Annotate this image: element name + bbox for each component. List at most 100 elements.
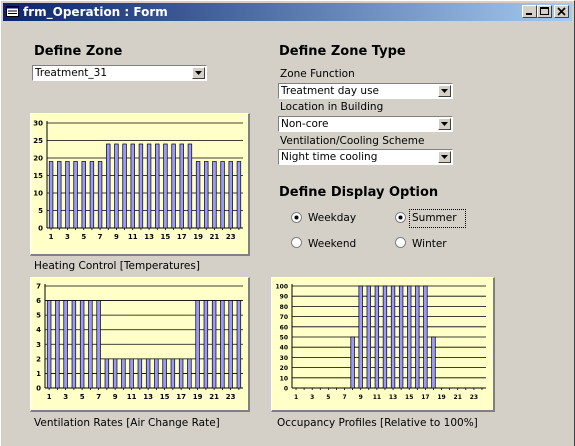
winter-radio[interactable] [395,237,406,248]
bar [374,285,380,389]
heating-chart: 0 5 10 15 20 25 30 1 3 5 7 9 11 13 15 17 19 21 23 [30,113,250,256]
title-bar[interactable]: frm_Operation : Form [3,3,572,21]
bar [162,358,167,389]
ventilation-value: Night time cooling [281,151,378,163]
bar [163,143,168,229]
zone-dropdown-button[interactable] [192,67,205,79]
zone-select[interactable]: Treatment_31 [32,65,207,81]
y-tick-label: 10 [33,190,43,198]
x-tick-label: 9 [114,233,119,241]
zone-function-dropdown-button[interactable] [438,85,451,97]
occupancy-chart-plot: 01020304050607080901001 3 5 7 9 11 13 15 17 19 21 2… [275,284,486,401]
bar [228,161,233,229]
summer-radio[interactable] [395,212,406,223]
heating-chart-caption: Heating Control [Temperatures] [34,260,200,272]
minimize-button[interactable] [522,5,537,18]
bar [129,358,134,389]
bar [104,358,110,389]
y-tick-label: 3 [36,341,41,349]
chevron-down-icon [441,89,448,93]
define-zone-heading: Define Zone [34,44,123,59]
x-tick-label: 13 [389,394,397,401]
x-tick-label: 21 [210,233,220,241]
y-tick-label: 0 [284,386,288,393]
x-tick-label: 1 [294,394,298,401]
y-tick-label: 90 [280,294,288,301]
bar [97,161,103,229]
x-tick-label: 17 [421,394,429,401]
x-tick-label: 15 [405,394,413,401]
weekend-radio[interactable] [291,237,302,248]
y-tick-label: 100 [275,284,288,291]
ventilation-dropdown-button[interactable] [438,151,451,163]
zone-select-value: Treatment_31 [35,67,108,79]
y-tick-label: 4 [36,326,41,334]
x-tick-label: 3 [65,233,70,241]
bar [46,300,52,389]
x-tick-label: 19 [193,233,203,241]
occupancy-chart: 0 10 20 30 40 50 60 70 80 90 100 1 3 5 7 9 11 13 15 17 19 21 2… [271,277,495,412]
location-value: Non-core [281,118,329,130]
y-tick-label: 6 [36,297,41,305]
summer-label[interactable]: Summer [412,212,457,225]
x-tick-label: 1 [49,233,54,241]
bar [155,143,160,229]
y-tick-label: 25 [33,137,43,145]
weekday-label[interactable]: Weekday [308,212,356,225]
bar [88,300,93,389]
location-dropdown-button[interactable] [438,118,451,130]
display-option-heading: Define Display Option [279,185,439,200]
location-select[interactable]: Non-core [278,116,453,132]
chevron-down-icon [441,155,448,159]
maximize-button[interactable] [537,5,552,18]
x-tick-label: 23 [470,394,478,401]
ventilation-chart-plot: 012345671 3 5 7 9 11 13 15 17 19 21 23 [36,283,243,401]
form-icon [6,6,19,17]
bar [63,300,68,389]
bar [236,161,242,229]
zone-function-select[interactable]: Treatment day use [278,83,453,99]
x-tick-label: 21 [454,394,462,401]
bar [71,300,77,389]
y-tick-label: 70 [280,314,288,321]
bar [57,161,62,229]
x-tick-label: 9 [359,394,363,401]
y-tick-label: 0 [36,385,41,393]
bar [350,336,355,389]
bar [211,300,217,389]
winter-label[interactable]: Winter [412,238,447,251]
bar [137,358,143,389]
bar [114,143,119,229]
form-window: frm_Operation : Form Define Zone Treatme… [0,0,575,446]
bar [48,161,54,229]
occupancy-chart-caption: Occupancy Profiles [Relative to 100%] [277,417,478,429]
y-tick-label: 15 [33,172,43,180]
bar [407,285,412,389]
maximize-icon [540,7,549,15]
bar [81,161,86,229]
y-tick-label: 80 [280,304,288,311]
bar [73,161,78,229]
ventilation-select[interactable]: Night time cooling [278,149,453,165]
bar [89,161,95,229]
bar [203,300,209,389]
y-tick-label: 0 [38,225,43,233]
x-tick-label: 7 [98,233,103,241]
bar [138,143,144,229]
bar [122,143,127,229]
y-tick-label: 1 [36,370,41,378]
chevron-down-icon [441,122,448,126]
define-zone-type-heading: Define Zone Type [279,44,406,59]
close-button[interactable] [554,5,569,18]
bar [228,300,233,389]
weekday-radio[interactable] [291,212,302,223]
x-tick-label: 9 [113,393,118,401]
x-tick-label: 15 [160,393,170,401]
x-tick-label: 5 [326,394,330,401]
weekend-label[interactable]: Weekend [308,238,356,251]
bar [220,300,225,389]
bar [187,143,193,229]
close-icon [557,7,566,16]
ventilation-chart: 0 1 2 3 4 5 6 7 1 3 5 7 9 11 13 15 17 19 21 23 [30,277,250,412]
x-tick-label: 3 [63,393,68,401]
